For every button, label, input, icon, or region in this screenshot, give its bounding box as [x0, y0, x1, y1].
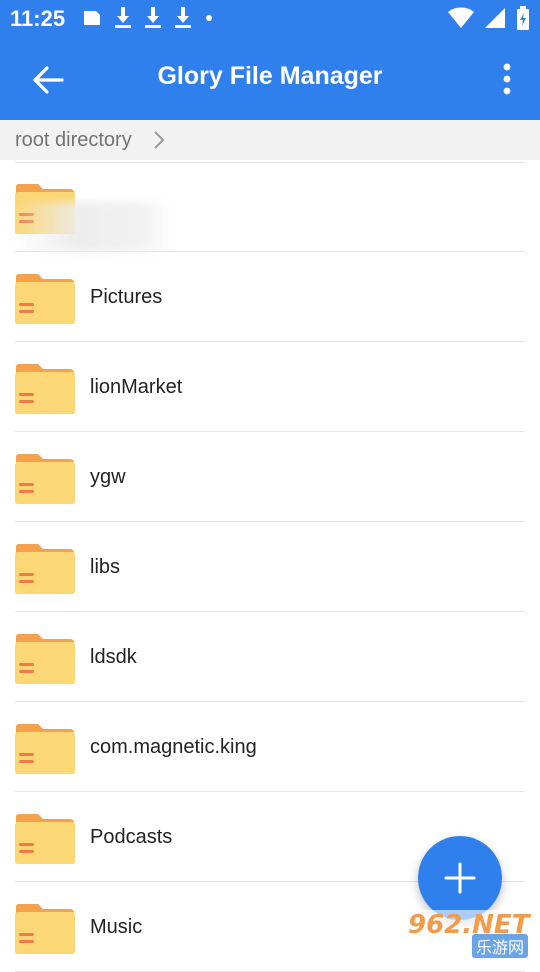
download-icon [115, 7, 131, 28]
folder-icon [15, 634, 75, 684]
battery-icon [517, 6, 529, 30]
wifi-icon [448, 7, 474, 28]
folder-icon [15, 454, 75, 504]
app-bar: Glory File Manager [0, 38, 540, 120]
signal-icon [485, 8, 505, 28]
download-icon [145, 7, 161, 28]
folder-icon [15, 904, 75, 954]
sd-card-icon [84, 11, 100, 25]
folder-icon [15, 274, 75, 324]
chevron-right-icon [154, 131, 165, 149]
dot-icon [206, 15, 212, 21]
overflow-menu-button[interactable] [492, 58, 522, 100]
folder-name: Music [90, 916, 143, 938]
folder-row[interactable]: libs [0, 522, 540, 612]
divider [15, 162, 525, 163]
folder-name: ygw [90, 466, 126, 488]
status-bar: 11:25 [0, 0, 540, 38]
add-fab-button[interactable] [418, 836, 502, 920]
folder-row[interactable]: lionMarket [0, 342, 540, 432]
folder-row[interactable]: ldsdk [0, 612, 540, 702]
folder-icon [15, 364, 75, 414]
page-title: Glory File Manager [157, 62, 383, 90]
folder-row[interactable]: com.magnetic.king [0, 702, 540, 792]
folder-icon [15, 544, 75, 594]
folder-name: lionMarket [90, 376, 183, 398]
folder-icon [15, 724, 75, 774]
watermark-sub: 乐游网 [471, 934, 528, 958]
status-right-icons [448, 6, 530, 30]
folder-row[interactable] [0, 162, 540, 252]
folder-row[interactable]: ygw [0, 432, 540, 522]
plus-icon [444, 862, 476, 894]
folder-name: ldsdk [90, 646, 137, 668]
watermark: 962.NET 乐游网 [402, 910, 534, 958]
folder-name: libs [90, 556, 121, 578]
folder-name: Podcasts [90, 826, 173, 848]
folder-name: com.magnetic.king [90, 736, 257, 758]
folder-name: Pictures [90, 286, 163, 308]
breadcrumb: root directory [0, 120, 540, 160]
status-left-icons [82, 7, 214, 29]
redacted-blur [12, 202, 172, 252]
folder-icon [15, 814, 75, 864]
status-time: 11:25 [10, 6, 66, 31]
folder-row[interactable]: Pictures [0, 252, 540, 342]
download-icon [175, 7, 191, 28]
more-vertical-icon [503, 63, 511, 95]
breadcrumb-root[interactable]: root directory [15, 129, 132, 152]
